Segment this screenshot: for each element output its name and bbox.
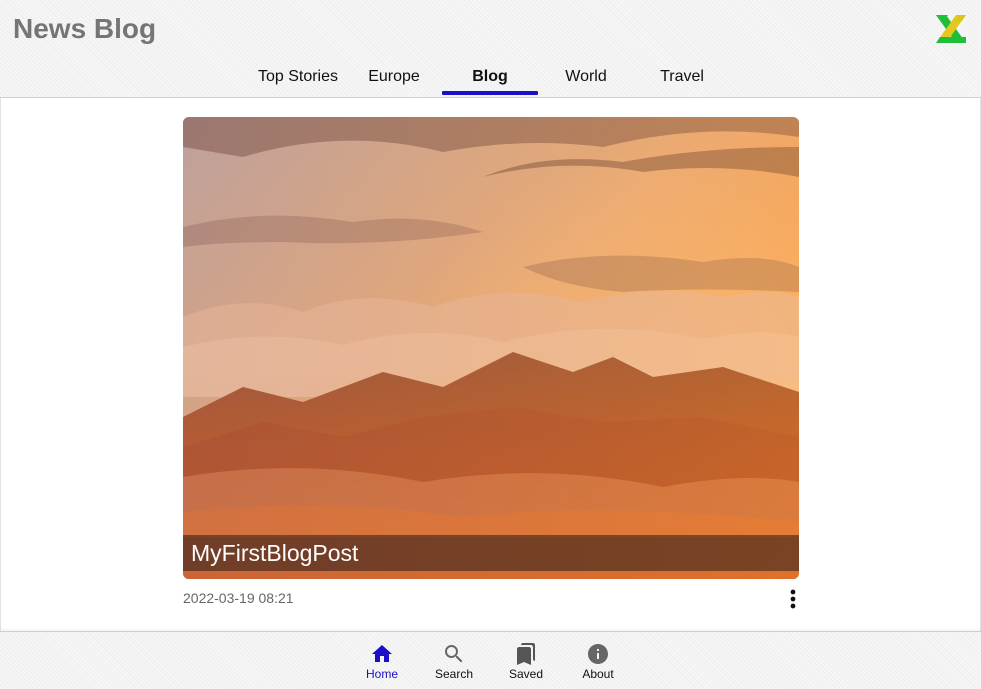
app-root: News Blog Top Stories Europe Blog World … xyxy=(0,0,981,689)
category-tabs: Top Stories Europe Blog World Travel xyxy=(250,58,730,98)
article-list: MyFirstBlogPost 2022-03-19 08:21 xyxy=(0,98,981,631)
nav-home[interactable]: Home xyxy=(346,632,418,689)
nav-search[interactable]: Search xyxy=(418,632,490,689)
mountain-sunset-photo xyxy=(183,117,799,579)
app-header: News Blog Top Stories Europe Blog World … xyxy=(0,0,981,98)
page-title: News Blog xyxy=(13,13,157,44)
nav-about-label: About xyxy=(582,667,614,681)
search-icon xyxy=(445,645,463,663)
more-vertical-icon[interactable] xyxy=(783,587,803,611)
nav-search-label: Search xyxy=(434,667,474,681)
home-icon xyxy=(372,645,392,662)
post-card-image[interactable]: MyFirstBlogPost xyxy=(183,117,799,579)
nav-saved-label: Saved xyxy=(508,667,544,681)
bottom-navigation: Home Search Saved About xyxy=(0,631,981,689)
info-icon xyxy=(588,644,608,664)
post-date: 2022-03-19 08:21 xyxy=(183,590,294,606)
app-logo-icon[interactable] xyxy=(934,12,968,46)
tab-top-stories[interactable]: Top Stories xyxy=(250,58,346,95)
nav-saved[interactable]: Saved xyxy=(490,632,562,689)
post-title[interactable]: MyFirstBlogPost xyxy=(183,535,799,571)
tab-world[interactable]: World xyxy=(538,58,634,95)
tab-travel[interactable]: Travel xyxy=(634,58,730,95)
nav-home-label: Home xyxy=(365,667,398,681)
bookmarks-icon xyxy=(517,643,535,665)
nav-about[interactable]: About xyxy=(562,632,634,689)
tab-blog[interactable]: Blog xyxy=(442,58,538,95)
tab-europe[interactable]: Europe xyxy=(346,58,442,95)
